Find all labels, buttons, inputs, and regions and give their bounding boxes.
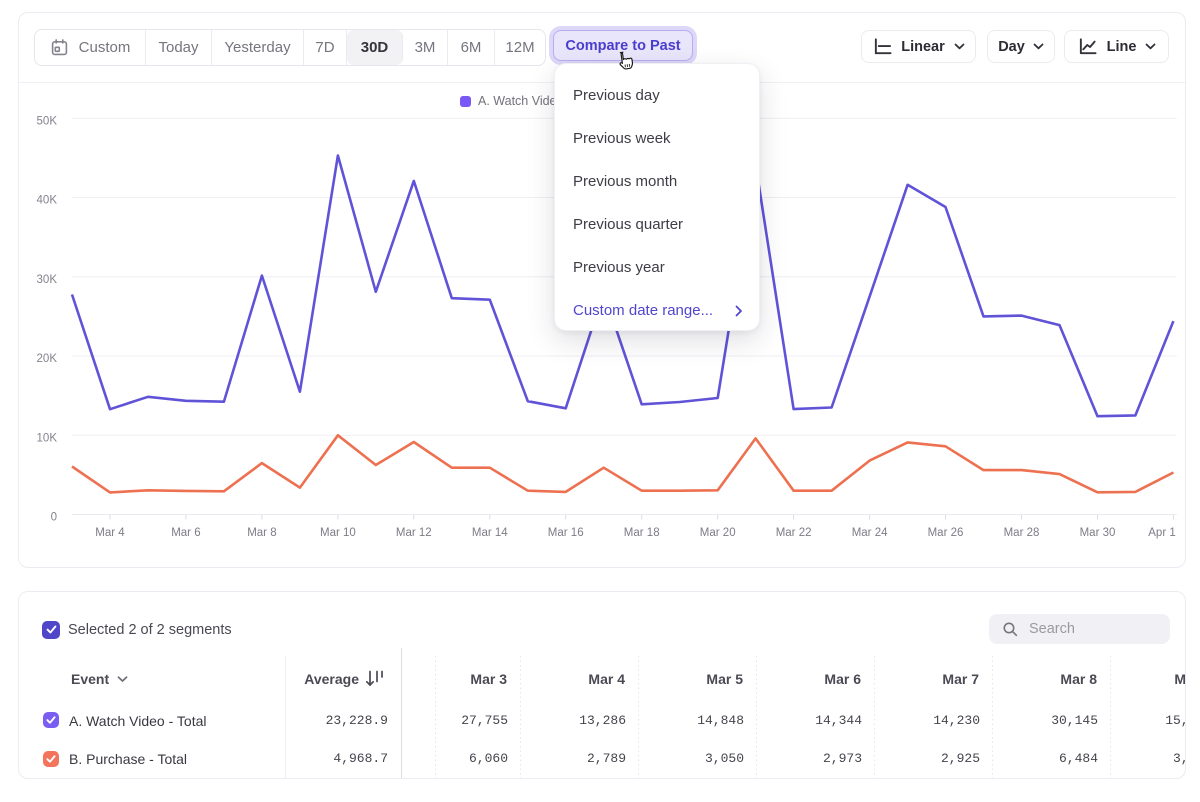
- svg-text:20K: 20K: [37, 353, 58, 365]
- svg-text:Mar 22: Mar 22: [776, 527, 812, 539]
- svg-text:10K: 10K: [37, 432, 58, 444]
- svg-text:Mar 14: Mar 14: [472, 527, 508, 539]
- svg-text:Mar 28: Mar 28: [1004, 527, 1040, 539]
- svg-text:30K: 30K: [37, 274, 58, 286]
- svg-text:Mar 30: Mar 30: [1080, 527, 1116, 539]
- svg-text:50K: 50K: [37, 115, 58, 127]
- svg-text:Mar 6: Mar 6: [171, 527, 200, 539]
- svg-text:Mar 16: Mar 16: [548, 527, 584, 539]
- svg-text:Mar 18: Mar 18: [624, 527, 660, 539]
- svg-text:Mar 10: Mar 10: [320, 527, 356, 539]
- svg-text:Mar 24: Mar 24: [852, 527, 888, 539]
- svg-text:Mar 12: Mar 12: [396, 527, 432, 539]
- svg-text:Mar 20: Mar 20: [700, 527, 736, 539]
- svg-text:Mar 26: Mar 26: [928, 527, 964, 539]
- svg-text:0: 0: [51, 512, 57, 524]
- svg-text:Apr 1: Apr 1: [1148, 527, 1176, 539]
- svg-text:40K: 40K: [37, 195, 58, 207]
- svg-text:Mar 8: Mar 8: [247, 527, 276, 539]
- svg-text:Mar 4: Mar 4: [95, 527, 125, 539]
